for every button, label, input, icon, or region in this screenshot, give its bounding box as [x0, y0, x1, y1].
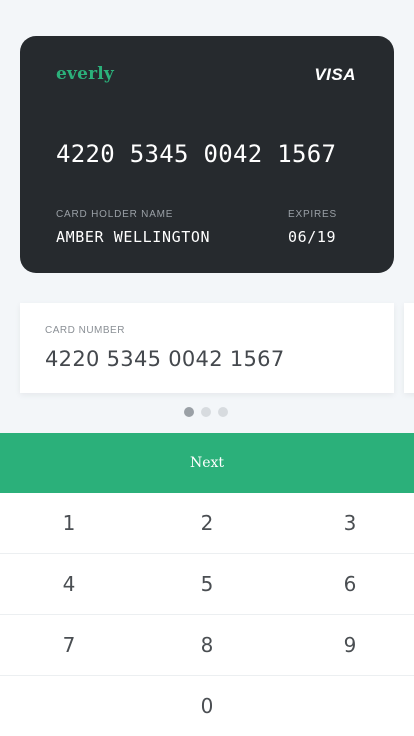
next-button[interactable]: Next	[0, 433, 414, 493]
card-holder-name: AMBER WELLINGTON	[56, 228, 211, 246]
card-number-field-label: CARD NUMBER	[45, 325, 125, 336]
key-7[interactable]: 7	[0, 615, 138, 675]
key-6[interactable]: 6	[281, 554, 414, 614]
key-1[interactable]: 1	[0, 493, 138, 553]
key-8[interactable]: 8	[138, 615, 276, 675]
card-number-display: 4220 5345 0042 1567	[56, 140, 337, 168]
keypad-row: 4 5 6	[0, 554, 414, 615]
page-dot-1[interactable]	[184, 407, 194, 417]
key-3[interactable]: 3	[281, 493, 414, 553]
key-9[interactable]: 9	[281, 615, 414, 675]
page-dot-3[interactable]	[218, 407, 228, 417]
key-2[interactable]: 2	[138, 493, 276, 553]
key-4[interactable]: 4	[0, 554, 138, 614]
keypad-row: 1 2 3	[0, 493, 414, 554]
numeric-keypad: 1 2 3 4 5 6 7 8 9 0	[0, 493, 414, 736]
pagination-dots	[184, 407, 228, 417]
card-number-field[interactable]: CARD NUMBER	[20, 303, 394, 393]
credit-card-preview: everly VISA 4220 5345 0042 1567 CARD HOL…	[20, 36, 394, 273]
brand-logo: everly	[56, 64, 115, 84]
keypad-row: 7 8 9	[0, 615, 414, 676]
card-holder-label: CARD HOLDER NAME	[56, 209, 174, 220]
page-dot-2[interactable]	[201, 407, 211, 417]
expires-label: EXPIRES	[288, 209, 337, 220]
expires-value: 06/19	[288, 228, 337, 246]
next-field-peek[interactable]	[404, 303, 414, 393]
card-number-input[interactable]	[45, 347, 375, 371]
key-0[interactable]: 0	[138, 676, 276, 736]
visa-logo: VISA	[314, 65, 356, 84]
key-5[interactable]: 5	[138, 554, 276, 614]
keypad-row: 0	[0, 676, 414, 736]
